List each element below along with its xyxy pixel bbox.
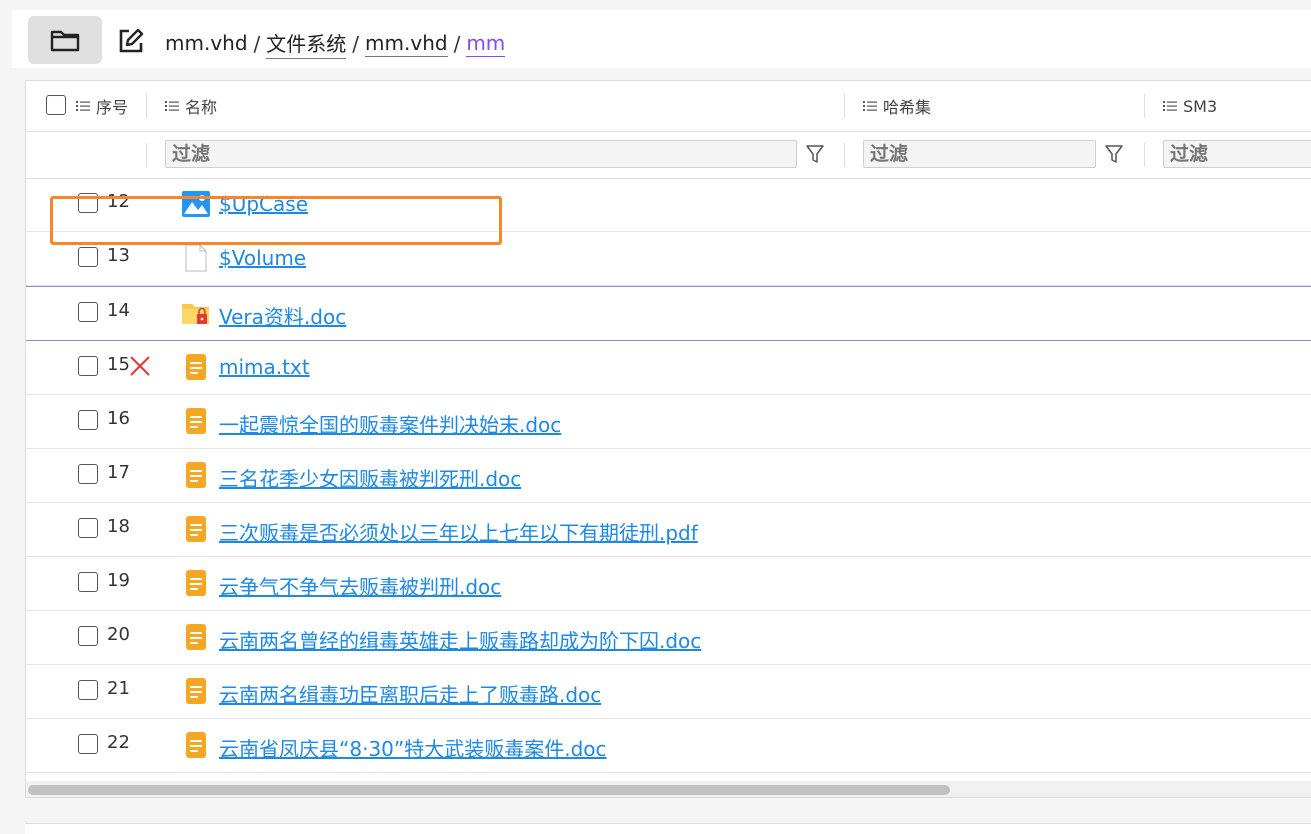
- column-divider: [1144, 143, 1145, 167]
- breadcrumb-separator: /: [253, 31, 261, 56]
- row-index: 17: [107, 462, 130, 483]
- row-index: 12: [107, 191, 130, 212]
- column-header-label: 名称: [185, 98, 218, 117]
- row-index: 21: [107, 678, 130, 699]
- row-index: 20: [107, 624, 130, 645]
- bottom-panel: [25, 823, 1311, 834]
- breadcrumb-separator: /: [453, 31, 461, 56]
- file-name-link[interactable]: Vera资料.doc: [219, 301, 346, 330]
- document-file-icon: [186, 732, 206, 758]
- open-folder-button[interactable]: [28, 16, 102, 64]
- file-name-link[interactable]: 云南两名曾经的缉毒英雄走上贩毒路却成为阶下囚.doc: [219, 625, 701, 654]
- table-row[interactable]: 16 一起震惊全国的贩毒案件判决始末.doc: [26, 395, 1311, 449]
- table-row[interactable]: 22 云南省凤庆县“8·30”特大武装贩毒案件.doc: [26, 719, 1311, 773]
- row-index: 19: [107, 570, 130, 591]
- column-menu-icon: [165, 101, 179, 111]
- row-checkbox[interactable]: [78, 302, 98, 322]
- table-row[interactable]: 17 三名花季少女因贩毒被判死刑.doc: [26, 449, 1311, 503]
- breadcrumb-item-filesystem[interactable]: 文件系统: [266, 28, 347, 59]
- row-index: 18: [107, 516, 130, 537]
- row-index: 22: [107, 732, 130, 753]
- document-file-icon: [186, 678, 206, 704]
- column-divider: [146, 143, 147, 167]
- hashset-filter-input[interactable]: [863, 140, 1096, 168]
- breadcrumb-item-vhd[interactable]: mm.vhd: [365, 31, 448, 57]
- column-header-label: SM3: [1183, 96, 1218, 116]
- row-checkbox[interactable]: [78, 734, 98, 754]
- filter-icon[interactable]: [1104, 143, 1124, 165]
- file-name-link[interactable]: 三名花季少女因贩毒被判死刑.doc: [219, 463, 521, 492]
- document-file-icon: [186, 516, 206, 542]
- file-name-link[interactable]: 三次贩毒是否必须处以三年以上七年以下有期徒刑.pdf: [219, 517, 698, 546]
- column-header-index[interactable]: 序号: [76, 81, 128, 131]
- column-divider[interactable]: [146, 94, 147, 118]
- column-header-label: 哈希集: [883, 98, 932, 117]
- name-filter-input[interactable]: [165, 140, 797, 168]
- row-checkbox[interactable]: [78, 410, 98, 430]
- column-header-label: 序号: [96, 98, 129, 117]
- column-menu-icon: [76, 101, 90, 111]
- file-table: 序号 名称 哈希集 SM3 过滤 过滤 过滤 12 $UpCase 13 $Vo…: [25, 80, 1311, 798]
- column-menu-icon: [863, 101, 877, 111]
- row-checkbox[interactable]: [78, 247, 98, 267]
- file-name-link[interactable]: 云南两名缉毒功臣离职后走上了贩毒路.doc: [219, 679, 601, 708]
- folder-icon: [50, 30, 80, 52]
- document-file-icon: [186, 624, 206, 650]
- locked-folder-icon: [182, 304, 209, 324]
- breadcrumb-item-current[interactable]: mm: [466, 31, 506, 57]
- column-divider[interactable]: [844, 94, 845, 118]
- row-index: 14: [107, 300, 130, 321]
- file-name-link[interactable]: mima.txt: [219, 355, 310, 379]
- table-row[interactable]: 13 $Volume: [26, 232, 1311, 286]
- blank-file-icon: [185, 244, 207, 272]
- table-body: 12 $UpCase 13 $Volume 14 Vera资料.doc 15 m…: [26, 178, 1311, 773]
- file-name-link[interactable]: 云争气不争气去贩毒被判刑.doc: [219, 571, 501, 600]
- breadcrumb: mm.vhd / 文件系统 / mm.vhd / mm: [165, 28, 506, 59]
- row-checkbox[interactable]: [78, 356, 98, 376]
- select-all-checkbox[interactable]: [46, 95, 66, 115]
- file-name-link[interactable]: $Volume: [219, 246, 306, 270]
- file-name-link[interactable]: 云南省凤庆县“8·30”特大武装贩毒案件.doc: [219, 733, 607, 762]
- column-divider: [844, 143, 845, 167]
- top-toolbar: mm.vhd / 文件系统 / mm.vhd / mm: [12, 10, 1311, 68]
- table-header: 序号 名称 哈希集 SM3: [26, 81, 1311, 132]
- column-header-name[interactable]: 名称: [165, 81, 217, 131]
- breadcrumb-item-root[interactable]: mm.vhd: [165, 31, 248, 56]
- column-header-sm3[interactable]: SM3: [1163, 81, 1217, 131]
- breadcrumb-separator: /: [352, 31, 360, 56]
- document-file-icon: [186, 408, 206, 434]
- table-row[interactable]: 18 三次贩毒是否必须处以三年以上七年以下有期徒刑.pdf: [26, 503, 1311, 557]
- row-index: 13: [107, 245, 130, 266]
- filter-icon[interactable]: [805, 143, 825, 165]
- row-checkbox[interactable]: [78, 193, 98, 213]
- document-file-icon: [186, 354, 206, 380]
- file-name-link[interactable]: $UpCase: [219, 192, 308, 216]
- column-menu-icon: [1163, 101, 1177, 111]
- column-header-hashset[interactable]: 哈希集: [863, 81, 931, 131]
- row-index: 15: [107, 354, 130, 375]
- edit-icon[interactable]: [118, 28, 144, 54]
- table-row[interactable]: 15 mima.txt: [26, 341, 1311, 395]
- column-divider[interactable]: [1144, 94, 1145, 118]
- row-checkbox[interactable]: [78, 626, 98, 646]
- horizontal-scrollbar-thumb[interactable]: [28, 785, 950, 795]
- table-row[interactable]: 12 $UpCase: [26, 178, 1311, 232]
- deleted-mark-icon: [130, 356, 150, 376]
- table-row[interactable]: 14 Vera资料.doc: [26, 286, 1311, 341]
- document-file-icon: [186, 570, 206, 596]
- image-file-icon: [182, 191, 210, 217]
- sm3-filter-input[interactable]: [1163, 140, 1311, 168]
- file-name-link[interactable]: 一起震惊全国的贩毒案件判决始末.doc: [219, 409, 561, 438]
- row-checkbox[interactable]: [78, 518, 98, 538]
- table-row[interactable]: 21 云南两名缉毒功臣离职后走上了贩毒路.doc: [26, 665, 1311, 719]
- row-checkbox[interactable]: [78, 572, 98, 592]
- row-checkbox[interactable]: [78, 680, 98, 700]
- table-row[interactable]: 20 云南两名曾经的缉毒英雄走上贩毒路却成为阶下囚.doc: [26, 611, 1311, 665]
- table-row[interactable]: 19 云争气不争气去贩毒被判刑.doc: [26, 557, 1311, 611]
- row-checkbox[interactable]: [78, 464, 98, 484]
- row-index: 16: [107, 408, 130, 429]
- filter-row: [26, 131, 1311, 179]
- document-file-icon: [186, 462, 206, 488]
